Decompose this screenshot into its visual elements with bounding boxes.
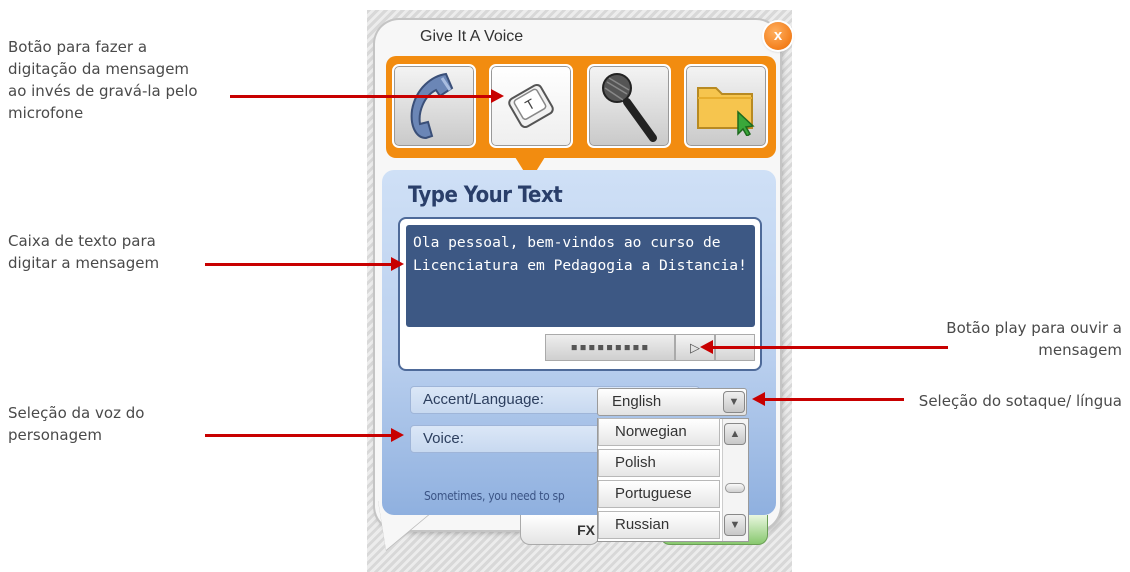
- playback-progress-bar: ▪▪▪▪▪▪▪▪▪: [545, 334, 675, 361]
- close-button[interactable]: x: [764, 22, 792, 50]
- upload-mode-button[interactable]: [684, 64, 768, 148]
- section-heading: Type Your Text: [408, 183, 563, 208]
- annotation-arrow: [205, 428, 404, 442]
- voice-option[interactable]: Russian: [598, 511, 720, 539]
- type-mode-button[interactable]: T: [489, 64, 573, 148]
- annotation-accent-select: Seleção do sotaque/ língua: [918, 392, 1122, 410]
- scrollbar-thumb[interactable]: [725, 483, 745, 493]
- voice-option[interactable]: Portuguese: [598, 480, 720, 508]
- annotation-arrow: [205, 257, 404, 271]
- microphone-icon: [602, 73, 657, 142]
- annotation-arrow: [700, 340, 948, 354]
- hint-text: Sometimes, you need to sp: [424, 489, 565, 503]
- chevron-down-icon[interactable]: ▼: [723, 391, 745, 413]
- phone-mode-button[interactable]: [392, 64, 476, 148]
- fx-tab[interactable]: FX: [520, 515, 600, 545]
- annotation-play-button: Botão play para ouvir a mensagem: [946, 319, 1122, 359]
- phone-icon: [410, 72, 454, 140]
- folder-icon: [697, 87, 755, 136]
- keyboard-key-icon: T: [508, 83, 554, 129]
- voice-option[interactable]: Norwegian: [598, 418, 720, 446]
- annotation-text-box: Caixa de texto para digitar a mensagem: [8, 232, 160, 272]
- annotation-arrow: [752, 392, 904, 406]
- chevron-down-icon[interactable]: ▼: [724, 514, 746, 536]
- annotation-arrow: [230, 89, 504, 103]
- microphone-mode-button[interactable]: [587, 64, 671, 148]
- widget-title: Give It A Voice: [420, 28, 524, 45]
- annotation-voice-select: Seleção da voz do personagem: [8, 404, 145, 444]
- voice-option[interactable]: Polish: [598, 449, 720, 477]
- annotation-type-button: Botão para fazer a digitação da mensagem…: [8, 38, 198, 122]
- message-text-input[interactable]: Ola pessoal, bem-vindos ao curso de Lice…: [406, 225, 755, 327]
- chevron-up-icon[interactable]: ▲: [724, 423, 746, 445]
